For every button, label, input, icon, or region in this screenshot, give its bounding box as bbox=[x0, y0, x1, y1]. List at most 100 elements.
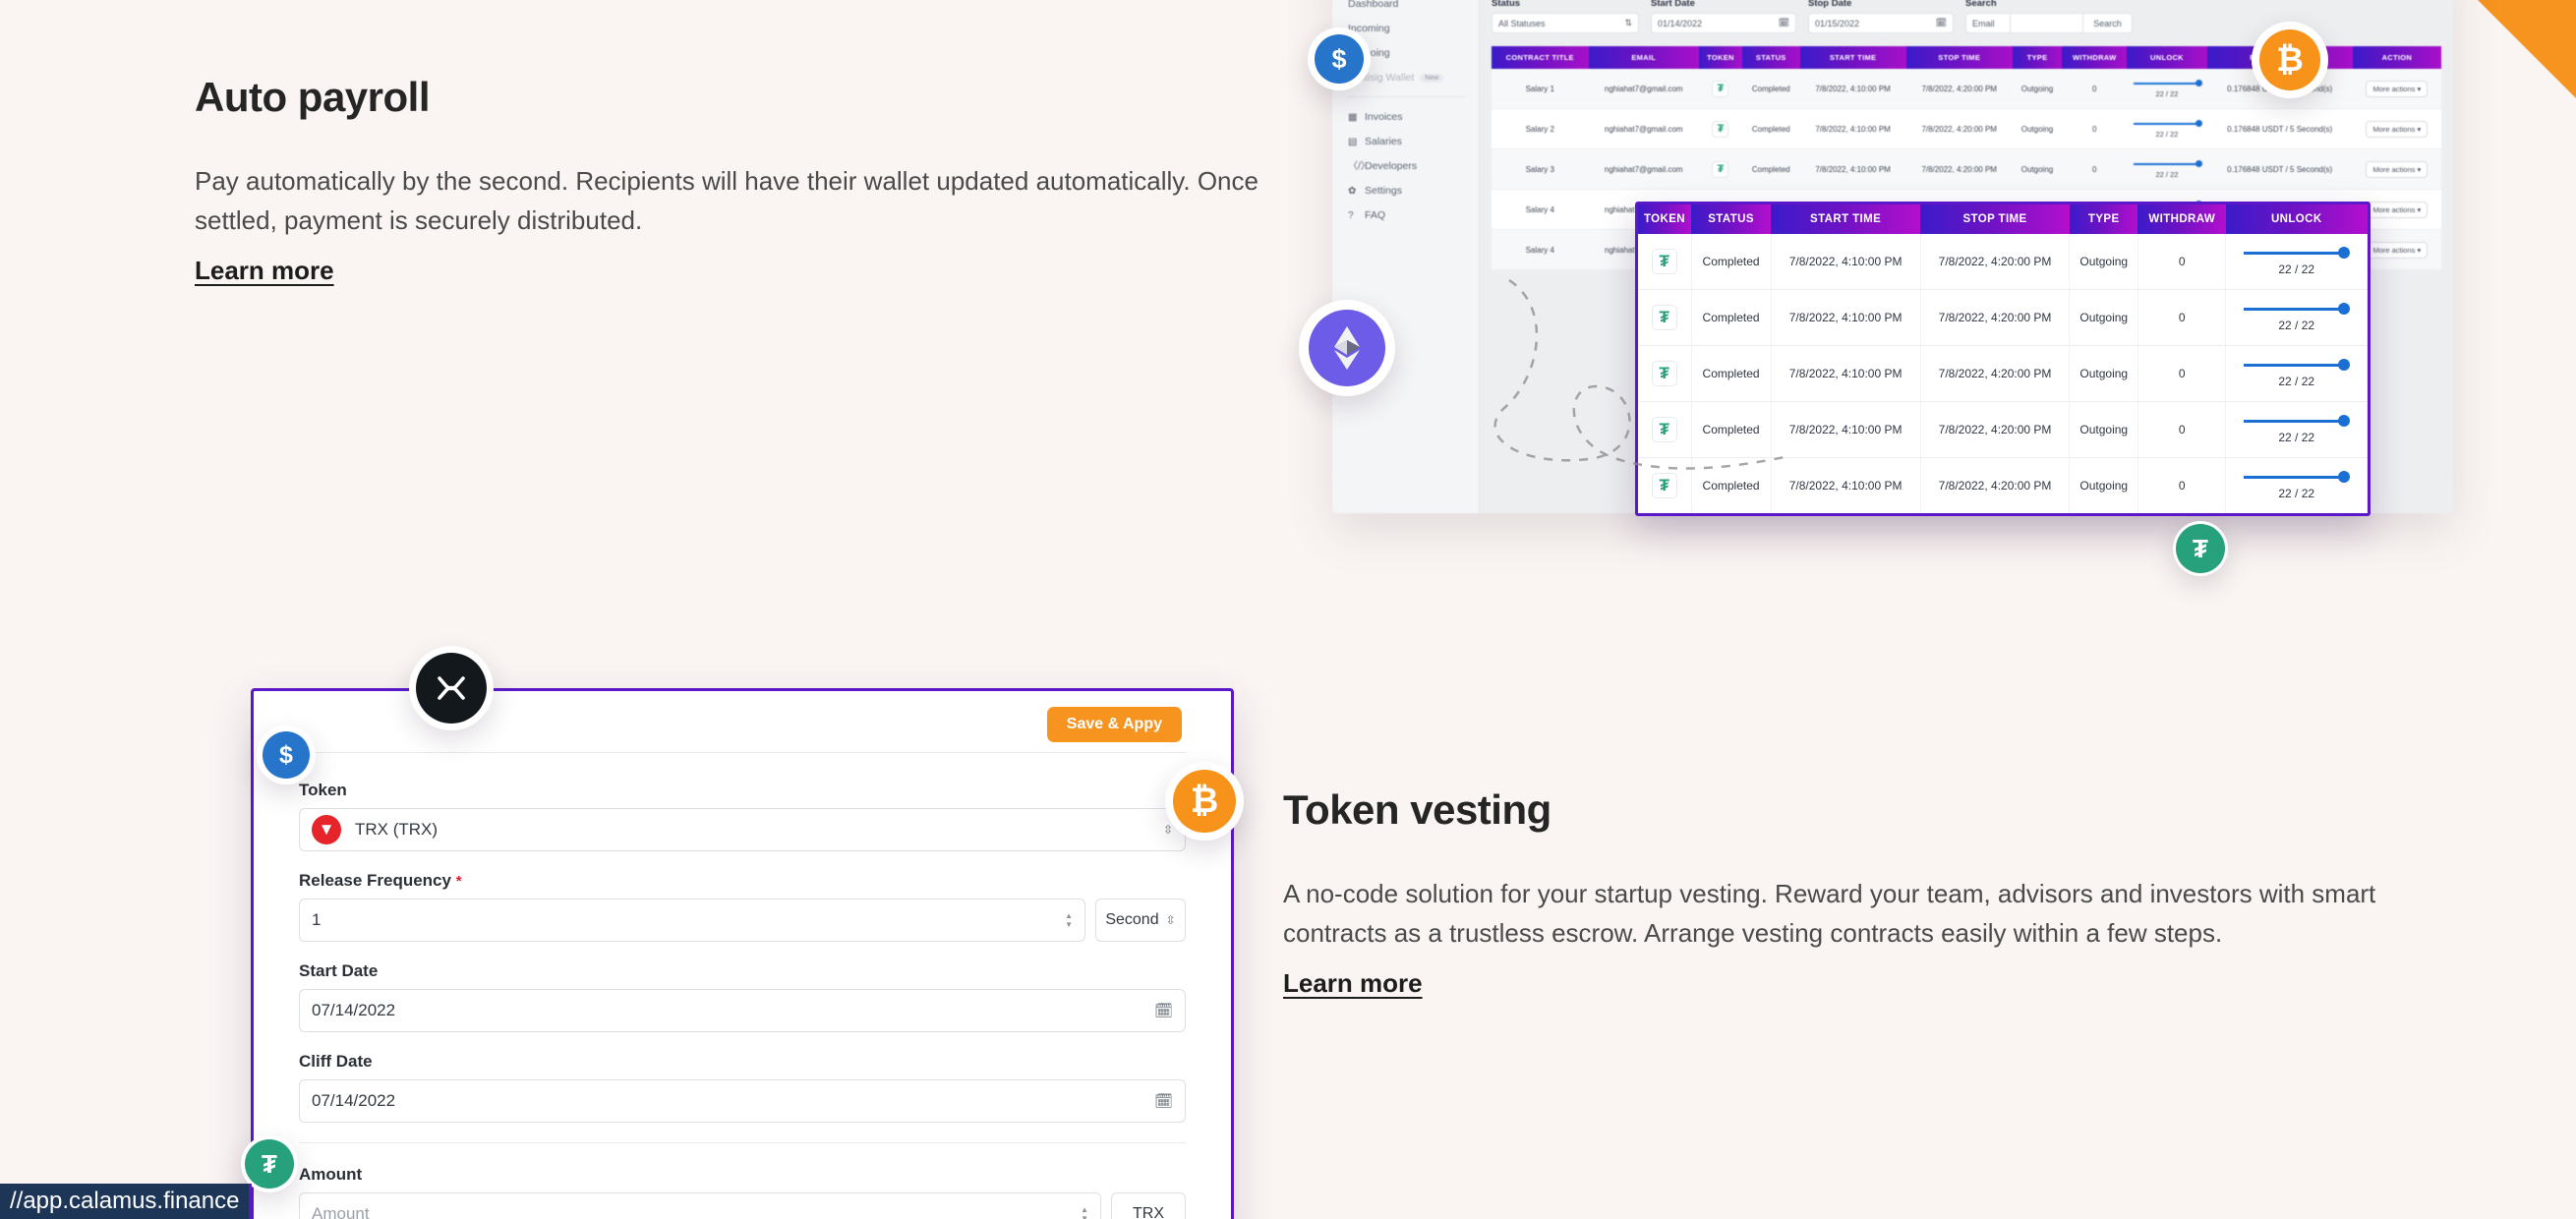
unlock-slider[interactable]: 22 / 22 bbox=[2243, 303, 2350, 332]
tether-icon: ₮ bbox=[1651, 417, 1677, 442]
sidebar-item-salaries[interactable]: ▤ Salaries bbox=[1348, 136, 1479, 147]
filter-stop-date-input[interactable]: 01/15/2022 🗓 bbox=[1808, 13, 1954, 33]
magnified-column-header[interactable]: TYPE bbox=[2069, 204, 2138, 234]
magnified-table-row[interactable]: ₮ Completed 7/8/2022, 4:10:00 PM 7/8/2022, … bbox=[1638, 289, 2368, 346]
search-button[interactable]: Search bbox=[2083, 13, 2133, 33]
sidebar-item-settings[interactable]: ✿ Settings bbox=[1348, 185, 1479, 197]
vesting-form-body: Token ▼ TRX (TRX) ⇳ Release Frequency * … bbox=[254, 753, 1231, 1219]
calendar-icon[interactable]: 🗓 bbox=[1154, 1002, 1173, 1019]
sidebar-item-label: FAQ bbox=[1365, 209, 1386, 221]
column-header[interactable]: START TIME bbox=[1799, 46, 1906, 69]
magnified-table-row[interactable]: ₮ Completed 7/8/2022, 4:10:00 PM 7/8/2022, … bbox=[1638, 345, 2368, 402]
learn-more-link-token-vesting[interactable]: Learn more bbox=[1283, 968, 1423, 999]
magnified-table-row[interactable]: ₮ Completed 7/8/2022, 4:10:00 PM 7/8/2022, … bbox=[1638, 401, 2368, 458]
cell-withdraw: 0 bbox=[2137, 289, 2227, 346]
learn-more-link-auto-payroll[interactable]: Learn more bbox=[195, 256, 334, 286]
feature-title-auto-payroll: Auto payroll bbox=[195, 74, 431, 120]
sidebar-item-dashboard[interactable]: Dashboard bbox=[1348, 0, 1479, 10]
cell-token: ₮ bbox=[1698, 69, 1742, 109]
cliff-date-input[interactable]: 07/14/2022 🗓 bbox=[299, 1079, 1186, 1123]
unlock-slider[interactable] bbox=[2130, 159, 2203, 169]
table-row[interactable]: Salary 3 nghiahat7@gmail.com ₮ Completed 7/8… bbox=[1492, 148, 2441, 190]
amount-input[interactable]: Amount ▲ ▼ bbox=[299, 1192, 1101, 1219]
column-header[interactable]: EMAIL bbox=[1588, 46, 1699, 69]
more-actions-button[interactable]: More actions ▾ bbox=[2366, 201, 2429, 218]
column-header[interactable]: UNLOCK bbox=[2127, 46, 2207, 69]
release-frequency-row: 1 ▲ ▼ Second ⇳ bbox=[299, 899, 1186, 961]
cell-stop-time: 7/8/2022, 4:20:00 PM bbox=[1920, 401, 2071, 458]
cell-action: More actions ▾ bbox=[2352, 108, 2441, 149]
cell-contract-title: Salary 1 bbox=[1492, 69, 1589, 109]
cell-action: More actions ▾ bbox=[2352, 69, 2441, 109]
cell-withdraw: 0 bbox=[2137, 457, 2227, 513]
unlock-slider[interactable] bbox=[2130, 119, 2203, 129]
sidebar-item-incoming[interactable]: Incoming bbox=[1348, 23, 1479, 34]
sidebar-item-icon: ▤ bbox=[1348, 136, 1358, 147]
column-header[interactable]: STOP TIME bbox=[1905, 46, 2013, 69]
cell-start-time: 7/8/2022, 4:10:00 PM bbox=[1771, 289, 1921, 346]
start-date-label: Start Date bbox=[299, 961, 379, 980]
filter-status-select[interactable]: All Statuses ⇅ bbox=[1492, 13, 1639, 33]
column-header[interactable]: TOKEN bbox=[1698, 46, 1742, 69]
usdc-badge-icon: $ bbox=[257, 726, 316, 784]
cell-stop-time: 7/8/2022, 4:20:00 PM bbox=[1920, 345, 2071, 402]
release-frequency-input[interactable]: 1 ▲ ▼ bbox=[299, 899, 1085, 942]
required-asterisk-icon: * bbox=[455, 873, 462, 890]
number-stepper-icon[interactable]: ▲ ▼ bbox=[1081, 1206, 1088, 1219]
cell-type: Outgoing bbox=[2069, 345, 2138, 402]
magnified-column-header[interactable]: TOKEN bbox=[1638, 204, 1691, 234]
more-actions-button[interactable]: More actions ▾ bbox=[2366, 80, 2429, 97]
magnified-column-header[interactable]: STOP TIME bbox=[1920, 204, 2070, 234]
magnified-column-header[interactable]: STATUS bbox=[1691, 204, 1772, 234]
unlock-slider[interactable] bbox=[2130, 79, 2203, 88]
calendar-icon[interactable]: 🗓 bbox=[1154, 1092, 1173, 1110]
token-select[interactable]: ▼ TRX (TRX) ⇳ bbox=[299, 808, 1186, 851]
sidebar-item-developers[interactable]: 〈/〉 Developers bbox=[1348, 160, 1479, 172]
tether-icon: ₮ bbox=[1651, 305, 1677, 330]
unlock-slider[interactable]: 22 / 22 bbox=[2243, 471, 2350, 500]
search-input[interactable] bbox=[2011, 13, 2083, 33]
tether-icon: ₮ bbox=[1712, 80, 1729, 97]
save-and-apply-button[interactable]: Save & Appy bbox=[1046, 707, 1182, 742]
release-frequency-unit-select[interactable]: Second ⇳ bbox=[1095, 899, 1186, 942]
search-button-label: Search bbox=[2093, 18, 2122, 29]
unlock-slider[interactable]: 22 / 22 bbox=[2243, 359, 2350, 388]
start-date-input[interactable]: 07/14/2022 🗓 bbox=[299, 989, 1186, 1032]
cell-type: Outgoing bbox=[2012, 148, 2063, 190]
unlock-slider[interactable]: 22 / 22 bbox=[2243, 415, 2350, 444]
amount-row: Amount ▲ ▼ TRX bbox=[299, 1192, 1186, 1219]
filter-start-date-input[interactable]: 01/14/2022 🗓 bbox=[1651, 13, 1796, 33]
magnified-column-header[interactable]: UNLOCK bbox=[2225, 204, 2368, 234]
more-actions-button[interactable]: More actions ▾ bbox=[2366, 120, 2429, 138]
sidebar-item-multisig-wallet[interactable]: Multisig Wallet New bbox=[1348, 72, 1479, 84]
cell-stop-time: 7/8/2022, 4:20:00 PM bbox=[1905, 148, 2013, 190]
filter-stop-date-label: Stop Date bbox=[1808, 0, 1852, 9]
cell-contract-title: Salary 3 bbox=[1492, 148, 1589, 190]
cell-email: nghiahat7@gmail.com bbox=[1588, 108, 1699, 149]
magnified-table-row[interactable]: ₮ Completed 7/8/2022, 4:10:00 PM 7/8/2022, … bbox=[1638, 457, 2368, 513]
sidebar-item-faq[interactable]: ? FAQ bbox=[1348, 209, 1479, 221]
more-actions-button[interactable]: More actions ▾ bbox=[2366, 160, 2429, 178]
magnified-column-header[interactable]: START TIME bbox=[1771, 204, 1921, 234]
column-header[interactable]: WITHDRAW bbox=[2062, 46, 2128, 69]
cell-start-time: 7/8/2022, 4:10:00 PM bbox=[1771, 234, 1921, 290]
sidebar-item-invoices[interactable]: ▦ Invoices bbox=[1348, 111, 1479, 123]
filter-start-date: Start Date 01/14/2022 🗓 bbox=[1651, 0, 1796, 33]
search-type-select[interactable]: Email bbox=[1965, 13, 2011, 33]
cell-withdraw: 0 bbox=[2062, 69, 2128, 109]
number-stepper-icon[interactable]: ▲ ▼ bbox=[1065, 912, 1073, 929]
column-header[interactable]: STATUS bbox=[1741, 46, 1800, 69]
cell-start-time: 7/8/2022, 4:10:00 PM bbox=[1799, 69, 1906, 109]
column-header[interactable]: TYPE bbox=[2012, 46, 2063, 69]
magnified-table-row[interactable]: ₮ Completed 7/8/2022, 4:10:00 PM 7/8/2022, … bbox=[1638, 234, 2368, 290]
column-header[interactable]: ACTION bbox=[2352, 46, 2441, 69]
vesting-form-card: Save & Appy Token ▼ TRX (TRX) ⇳ Release … bbox=[251, 688, 1234, 1219]
table-row[interactable]: Salary 2 nghiahat7@gmail.com ₮ Completed 7/8… bbox=[1492, 108, 2441, 149]
cliff-date-value: 07/14/2022 bbox=[312, 1091, 396, 1110]
usdc-glyph: $ bbox=[263, 731, 310, 779]
unlock-slider[interactable]: 22 / 22 bbox=[2243, 247, 2350, 276]
column-header[interactable]: CONTRACT TITLE bbox=[1492, 46, 1589, 69]
magnified-column-header[interactable]: WITHDRAW bbox=[2137, 204, 2226, 234]
more-actions-button[interactable]: More actions ▾ bbox=[2366, 241, 2429, 259]
magnified-table-overlay: TOKEN STATUS START TIME STOP TIME TYPE WITHDR… bbox=[1635, 202, 2371, 516]
